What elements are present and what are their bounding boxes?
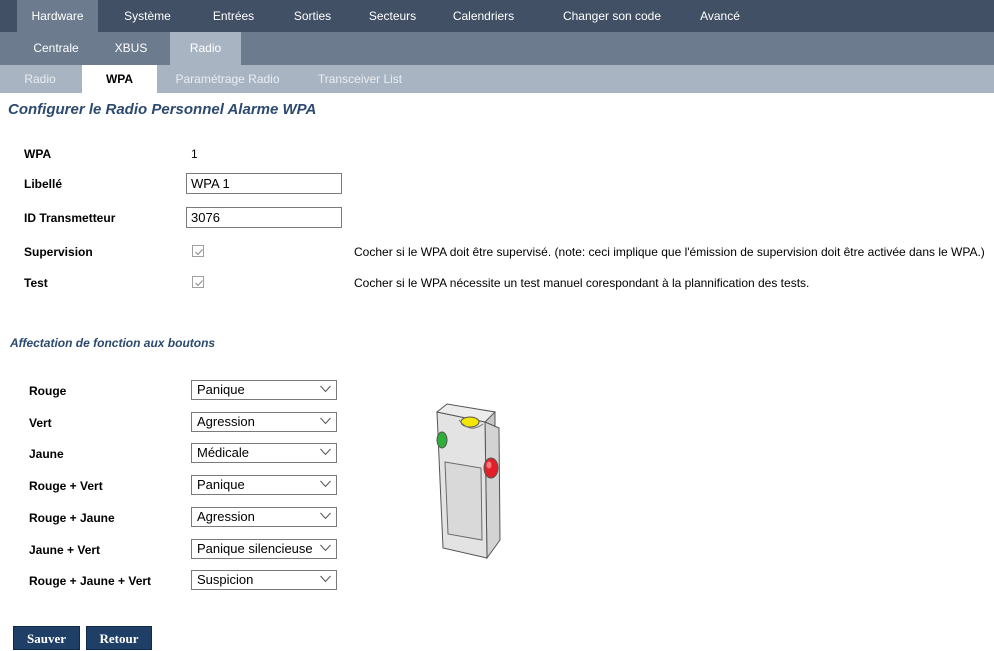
chevron-down-icon: [320, 512, 331, 520]
supervision-note: Cocher si le WPA doit être supervisé. (n…: [354, 245, 985, 259]
select-value: Agression: [197, 414, 255, 429]
jaune-vert-select[interactable]: Panique silencieuse: [191, 539, 337, 559]
select-value: Suspicion: [197, 572, 254, 587]
sub-sub-nav: Radio WPA Paramétrage Radio Transceiver …: [0, 65, 994, 93]
id-transmetteur-label: ID Transmetteur: [24, 211, 116, 225]
test-checkbox[interactable]: [192, 276, 204, 288]
tab-sorties[interactable]: Sorties: [280, 0, 345, 32]
tab-secteurs[interactable]: Secteurs: [355, 0, 430, 32]
rouge-vert-select[interactable]: Panique: [191, 475, 337, 495]
rouge-jaune-vert-label: Rouge + Jaune + Vert: [29, 574, 152, 588]
select-value: Panique: [197, 477, 245, 492]
chevron-down-icon: [320, 448, 331, 456]
id-transmetteur-input[interactable]: 3076: [186, 207, 342, 228]
supervision-label: Supervision: [24, 245, 93, 259]
tab-parametrage-radio[interactable]: Paramétrage Radio: [165, 65, 290, 93]
sub-nav: Centrale XBUS Radio: [0, 32, 994, 65]
tab-radio-section[interactable]: Radio: [170, 32, 241, 65]
chevron-down-icon: [320, 544, 331, 552]
rouge-select[interactable]: Panique: [191, 380, 337, 400]
vert-label: Vert: [29, 416, 52, 430]
wpa-value: 1: [191, 147, 198, 161]
select-value: Médicale: [197, 445, 250, 460]
tab-radio[interactable]: Radio: [10, 65, 70, 93]
tab-entrees[interactable]: Entrées: [196, 0, 271, 32]
jaune-vert-label: Jaune + Vert: [29, 543, 101, 557]
tab-hardware[interactable]: Hardware: [17, 0, 98, 32]
jaune-select[interactable]: Médicale: [191, 443, 337, 463]
jaune-label: Jaune: [29, 447, 64, 461]
rouge-vert-label: Rouge + Vert: [29, 479, 103, 493]
buttons-section-title: Affectation de fonction aux boutons: [10, 336, 216, 350]
wpa-label: WPA: [24, 147, 52, 161]
chevron-down-icon: [320, 385, 331, 393]
tab-changer-code[interactable]: Changer son code: [549, 0, 675, 32]
wpa-device-illustration: [435, 403, 501, 560]
tab-calendriers[interactable]: Calendriers: [441, 0, 526, 32]
chevron-down-icon: [320, 417, 331, 425]
checkmark-icon: [195, 249, 203, 256]
chevron-down-icon: [320, 575, 331, 583]
chevron-down-icon: [320, 480, 331, 488]
main-nav: Hardware Système Entrées Sorties Secteur…: [0, 0, 994, 32]
test-note: Cocher si le WPA nécessite un test manue…: [354, 276, 810, 290]
rouge-jaune-select[interactable]: Agression: [191, 507, 337, 527]
checkmark-icon: [195, 280, 203, 287]
tab-centrale[interactable]: Centrale: [20, 32, 92, 65]
vert-select[interactable]: Agression: [191, 412, 337, 432]
select-value: Panique: [197, 382, 245, 397]
page-title: Configurer le Radio Personnel Alarme WPA: [8, 101, 317, 118]
tab-xbus[interactable]: XBUS: [100, 32, 162, 65]
libelle-input[interactable]: WPA 1: [186, 173, 342, 194]
select-value: Panique silencieuse: [197, 541, 313, 556]
test-label: Test: [24, 276, 48, 290]
rouge-label: Rouge: [29, 384, 67, 398]
back-button[interactable]: Retour: [86, 626, 152, 650]
save-button[interactable]: Sauver: [13, 626, 80, 650]
rouge-jaune-vert-select[interactable]: Suspicion: [191, 570, 337, 590]
tab-avance[interactable]: Avancé: [690, 0, 750, 32]
supervision-checkbox[interactable]: [192, 245, 204, 257]
libelle-label: Libellé: [24, 177, 63, 191]
select-value: Agression: [197, 509, 255, 524]
rouge-jaune-label: Rouge + Jaune: [29, 511, 115, 525]
tab-systeme[interactable]: Système: [110, 0, 185, 32]
tab-transceiver-list[interactable]: Transceiver List: [305, 65, 415, 93]
tab-wpa[interactable]: WPA: [82, 65, 157, 93]
